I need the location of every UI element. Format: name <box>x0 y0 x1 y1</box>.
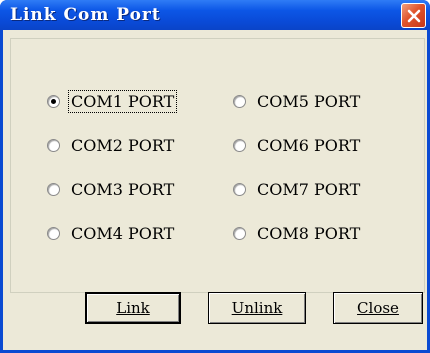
radio-button[interactable] <box>47 138 60 152</box>
radio-com2[interactable]: COM2 PORT <box>47 133 176 157</box>
unlink-button[interactable]: Unlink <box>208 292 306 324</box>
link-button[interactable]: Link <box>85 292 181 324</box>
radio-com8[interactable]: COM8 PORT <box>233 221 362 245</box>
port-group-box <box>10 38 425 293</box>
radio-button[interactable] <box>233 138 246 152</box>
radio-button[interactable] <box>47 226 60 240</box>
radio-label[interactable]: COM5 PORT <box>255 91 362 112</box>
radio-button[interactable] <box>233 226 246 240</box>
radio-label[interactable]: COM2 PORT <box>69 135 176 156</box>
radio-com6[interactable]: COM6 PORT <box>233 133 362 157</box>
radio-label[interactable]: COM6 PORT <box>255 135 362 156</box>
radio-com4[interactable]: COM4 PORT <box>47 221 176 245</box>
radio-com1[interactable]: COM1 PORT <box>47 89 178 113</box>
radio-label[interactable]: COM7 PORT <box>255 179 362 200</box>
radio-com3[interactable]: COM3 PORT <box>47 177 176 201</box>
link-com-port-dialog: Link Com Port COM1 PORT COM2 PORT COM3 P… <box>0 0 430 353</box>
radio-label[interactable]: COM3 PORT <box>69 179 176 200</box>
close-button[interactable]: Close <box>333 292 423 324</box>
close-window-button[interactable] <box>401 3 426 28</box>
radio-button-checked[interactable] <box>47 94 60 108</box>
dialog-client-area: COM1 PORT COM2 PORT COM3 PORT COM4 PORT … <box>3 30 427 350</box>
radio-button[interactable] <box>47 182 60 196</box>
close-icon <box>407 9 420 22</box>
radio-label[interactable]: COM8 PORT <box>255 223 362 244</box>
window-title: Link Com Port <box>10 5 161 25</box>
radio-com7[interactable]: COM7 PORT <box>233 177 362 201</box>
radio-label[interactable]: COM1 PORT <box>67 89 178 113</box>
title-bar[interactable]: Link Com Port <box>0 0 430 30</box>
radio-button[interactable] <box>233 94 246 108</box>
radio-label[interactable]: COM4 PORT <box>69 223 176 244</box>
radio-button[interactable] <box>233 182 246 196</box>
radio-com5[interactable]: COM5 PORT <box>233 89 362 113</box>
